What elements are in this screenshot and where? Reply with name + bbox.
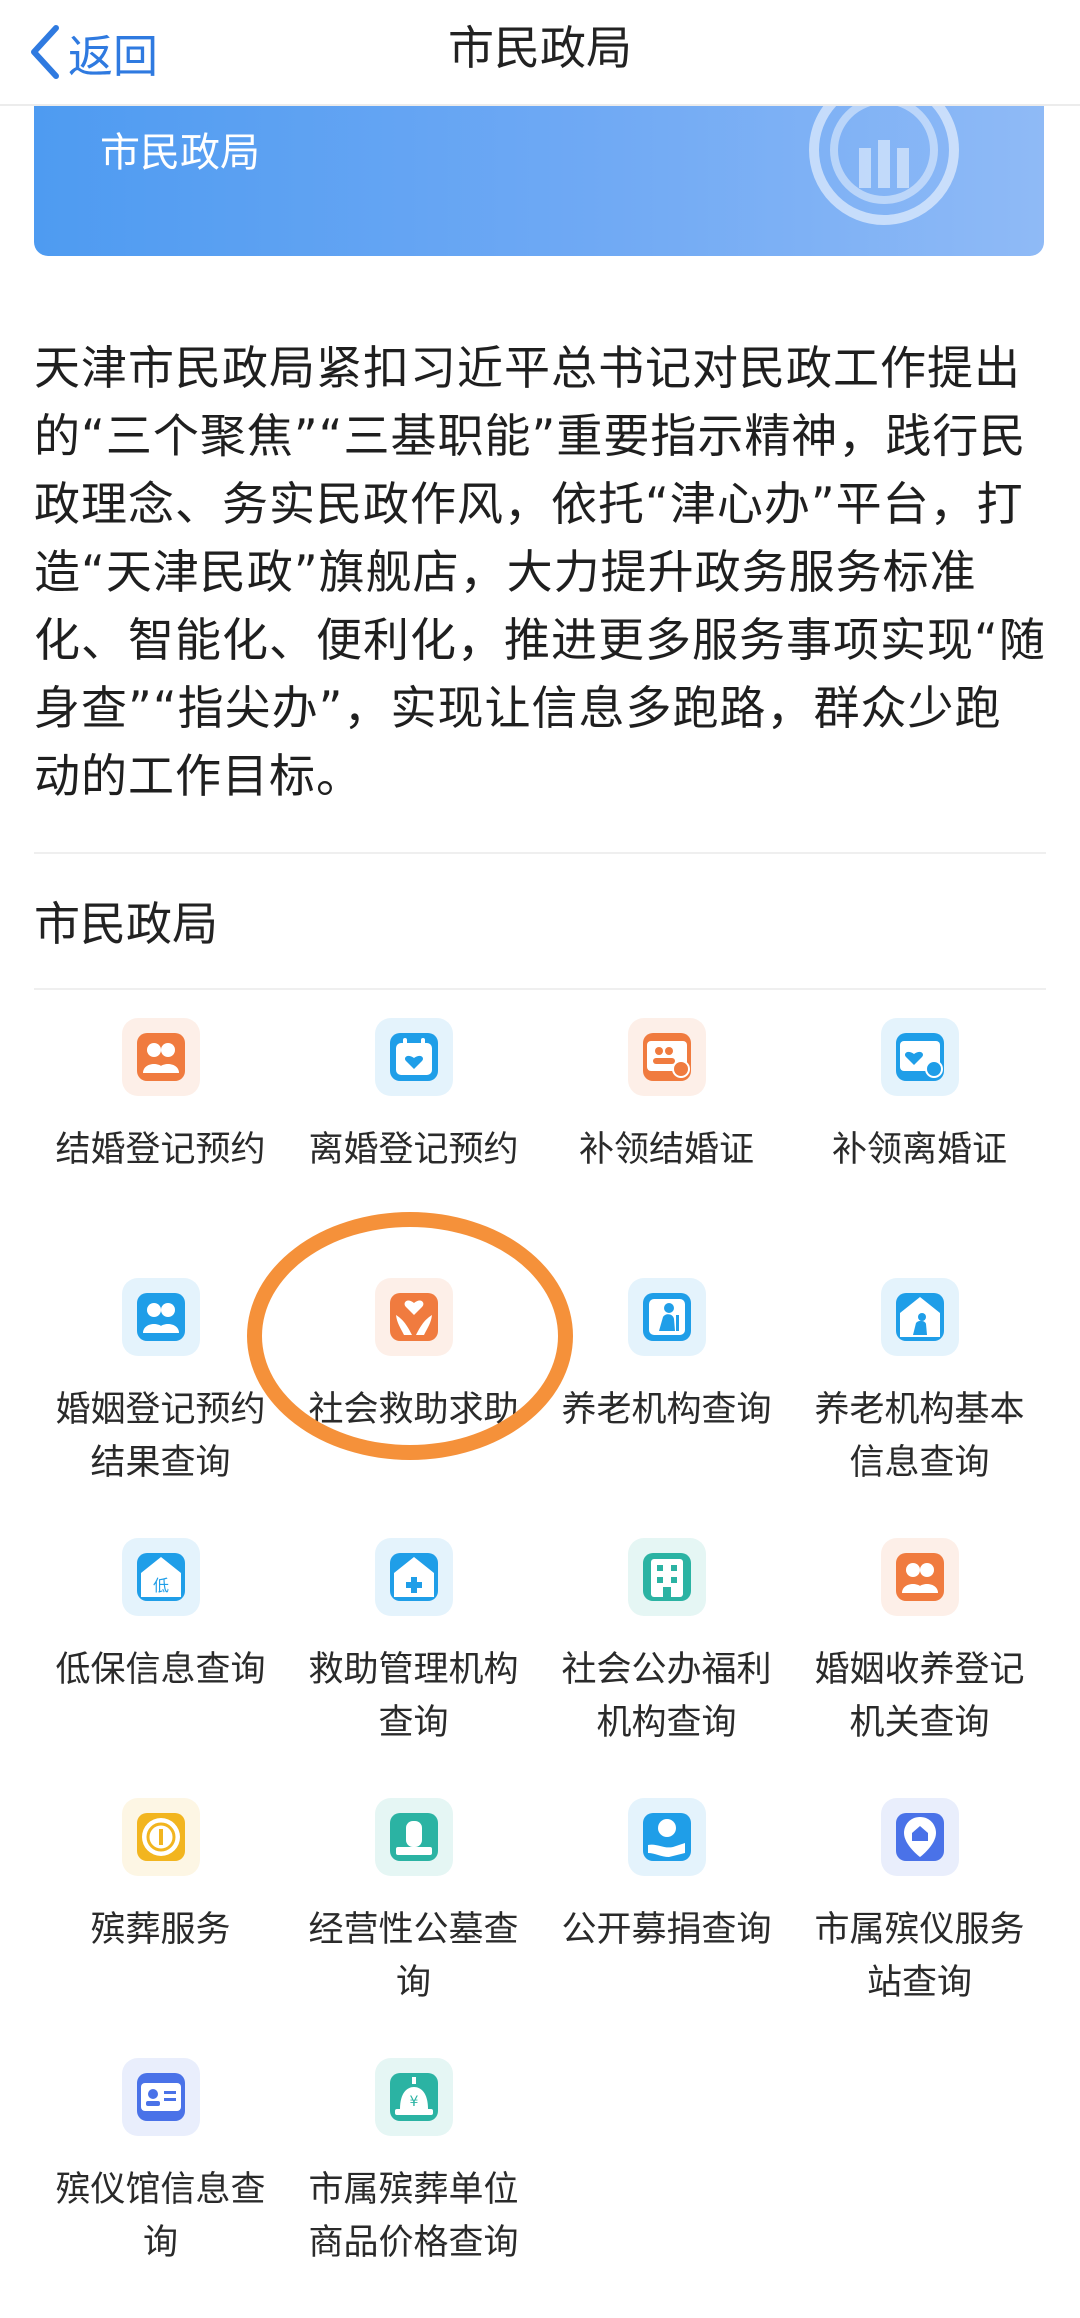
service-label: 养老机构查询 xyxy=(561,1390,772,1430)
service-item[interactable]: 社会公办福利机构查询 xyxy=(540,1538,793,1798)
service-label: 公开募捐查询 xyxy=(561,1910,772,1950)
service-item[interactable]: 救助管理机构查询 xyxy=(287,1538,540,1798)
elder-home-icon xyxy=(880,1278,959,1356)
service-item[interactable]: 社会救助求助 xyxy=(287,1278,540,1538)
service-item[interactable]: 婚姻收养登记机关查询 xyxy=(793,1538,1046,1798)
service-label: 救助管理机构查询 xyxy=(308,1650,519,1743)
certificate-heart-icon xyxy=(880,1018,959,1096)
building-icon xyxy=(627,1538,706,1616)
intro-paragraph: 天津市民政局紧扣习近平总书记对民政工作提出的“三个聚焦”“三基职能”重要指示精神… xyxy=(34,341,1046,803)
svg-text:¥: ¥ xyxy=(409,2094,418,2110)
house-plus-icon xyxy=(374,1538,453,1616)
calendar-heart-icon xyxy=(374,1018,453,1096)
service-grid: 结婚登记预约 离婚登记预约 补领结婚证 补领离婚证婚姻登记预约结果查询 社会救助求助 养老… xyxy=(34,1018,1046,2318)
service-label: 养老机构基本信息查询 xyxy=(814,1390,1025,1483)
donation-icon xyxy=(627,1798,706,1876)
house-low-icon: 低 xyxy=(121,1538,200,1616)
id-card-icon xyxy=(121,2058,200,2136)
divider xyxy=(34,852,1046,854)
service-item[interactable]: 市属殡仪服务站查询 xyxy=(793,1798,1046,2058)
location-house-icon xyxy=(880,1798,959,1876)
service-item[interactable]: 婚姻登记预约结果查询 xyxy=(34,1278,287,1538)
service-label: 经营性公墓查询 xyxy=(308,1910,519,2003)
couple-icon xyxy=(880,1538,959,1616)
header-banner: 市民政局 xyxy=(34,106,1044,256)
service-item[interactable]: 公开募捐查询 xyxy=(540,1798,793,2058)
service-item[interactable]: 补领离婚证 xyxy=(793,1018,1046,1278)
divider xyxy=(34,988,1046,990)
service-item[interactable]: 经营性公墓查询 xyxy=(287,1798,540,2058)
service-item[interactable]: 结婚登记预约 xyxy=(34,1018,287,1278)
service-label: 市属殡葬单位商品价格查询 xyxy=(308,2170,519,2263)
service-label: 市属殡仪服务站查询 xyxy=(814,1910,1025,2003)
section-title: 市民政局 xyxy=(34,897,218,951)
couple-icon xyxy=(121,1278,200,1356)
service-label: 补领结婚证 xyxy=(578,1130,754,1170)
service-label: 殡仪馆信息查询 xyxy=(55,2170,266,2263)
memorial-icon xyxy=(374,1798,453,1876)
certificate-couple-icon xyxy=(627,1018,706,1096)
service-item[interactable]: 养老机构基本信息查询 xyxy=(793,1278,1046,1538)
service-item[interactable]: 补领结婚证 xyxy=(540,1018,793,1278)
service-label: 婚姻登记预约结果查询 xyxy=(55,1390,266,1483)
svg-text:低: 低 xyxy=(152,1576,168,1595)
page-title: 市民政局 xyxy=(448,21,632,75)
elder-icon xyxy=(627,1278,706,1356)
service-label: 离婚登记预约 xyxy=(308,1130,519,1170)
banner-title: 市民政局 xyxy=(100,130,260,176)
service-label: 低保信息查询 xyxy=(55,1650,266,1690)
service-item[interactable]: ¥ 市属殡葬单位商品价格查询 xyxy=(287,2058,540,2318)
service-item[interactable]: 殡仪馆信息查询 xyxy=(34,2058,287,2318)
service-item[interactable]: 低低保信息查询 xyxy=(34,1538,287,1798)
emblem-icon xyxy=(809,106,959,225)
hands-heart-icon xyxy=(374,1278,453,1356)
service-item[interactable]: 养老机构查询 xyxy=(540,1278,793,1538)
couple-icon xyxy=(121,1018,200,1096)
service-label: 补领离婚证 xyxy=(831,1130,1007,1170)
service-label: 结婚登记预约 xyxy=(55,1130,266,1170)
service-label: 社会救助求助 xyxy=(308,1390,519,1430)
coin-icon xyxy=(121,1798,200,1876)
service-label: 殡葬服务 xyxy=(90,1910,231,1950)
top-nav-bar: 返回 市民政局 xyxy=(0,0,1080,106)
service-item[interactable]: 殡葬服务 xyxy=(34,1798,287,2058)
service-item[interactable]: 离婚登记预约 xyxy=(287,1018,540,1278)
service-label: 婚姻收养登记机关查询 xyxy=(814,1650,1025,1743)
price-alarm-icon: ¥ xyxy=(374,2058,453,2136)
service-label: 社会公办福利机构查询 xyxy=(561,1650,772,1743)
